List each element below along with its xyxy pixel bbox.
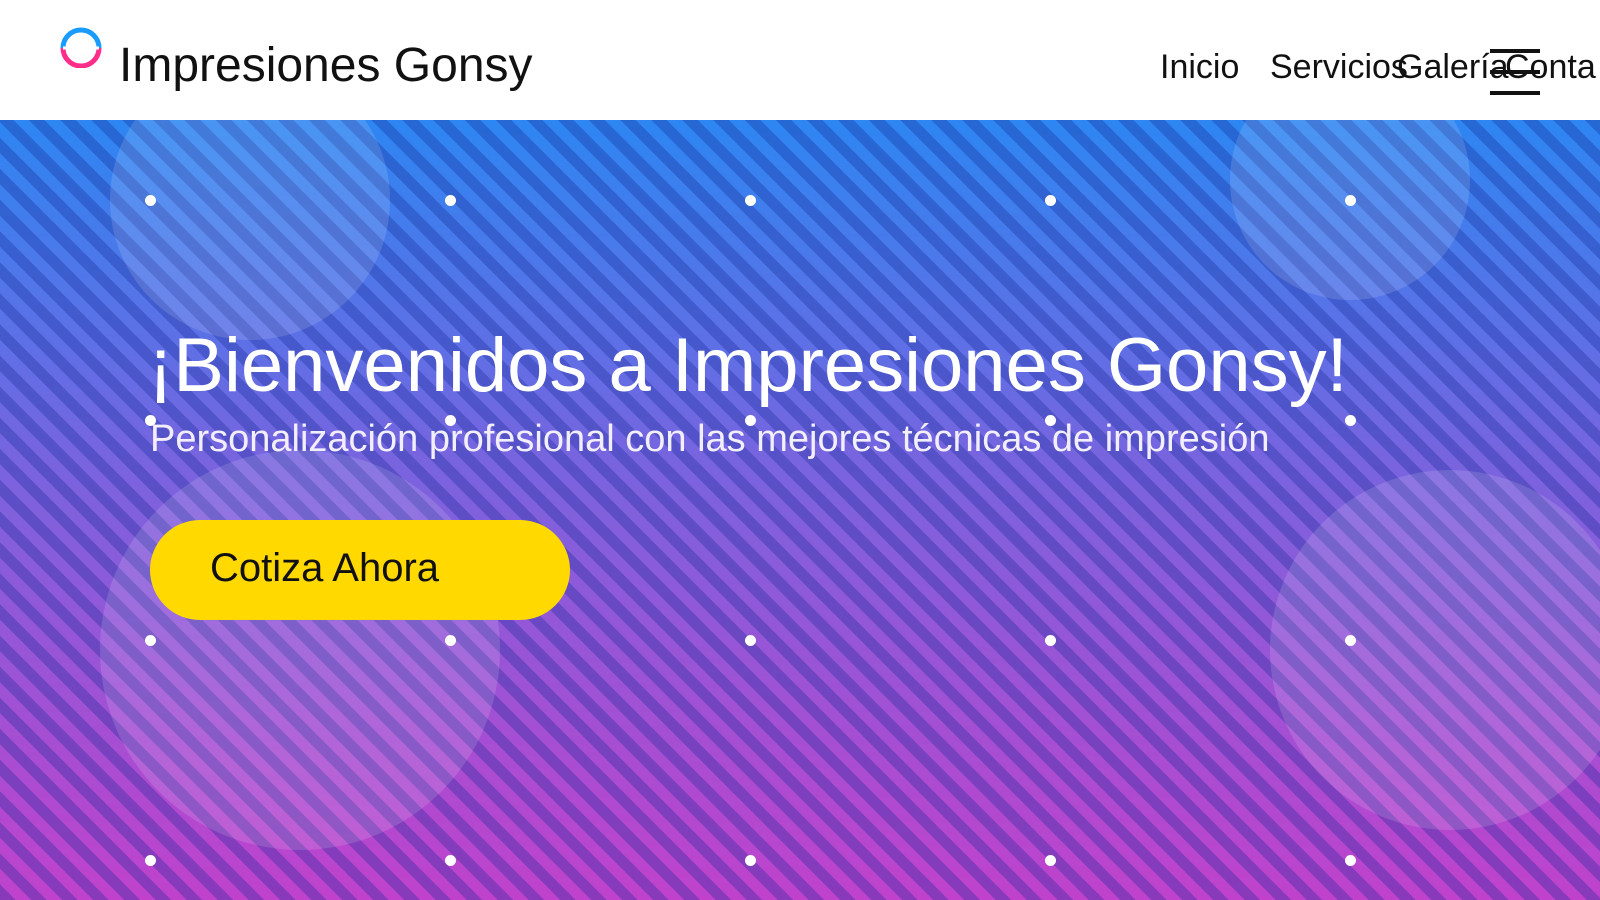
hero-section: ¡Bienvenidos a Impresiones Gonsy! Person… (0, 120, 1600, 900)
nav-link-servicios[interactable]: Servicios (1270, 50, 1408, 84)
hamburger-bar (1490, 70, 1540, 74)
grid-dot (445, 855, 456, 866)
grid-dot (145, 195, 156, 206)
grid-dot (1345, 195, 1356, 206)
hero-title: ¡Bienvenidos a Impresiones Gonsy! (148, 323, 1348, 408)
nav-link-inicio[interactable]: Inicio (1160, 50, 1239, 84)
main-nav: Inicio Servicios Galería Conta (0, 0, 1600, 120)
grid-dot (1045, 635, 1056, 646)
grid-dot (1045, 195, 1056, 206)
hamburger-menu-icon[interactable] (1490, 49, 1540, 95)
hamburger-bar (1490, 49, 1540, 53)
cta-label: Cotiza Ahora (210, 546, 440, 590)
grid-dot (445, 635, 456, 646)
cotiza-ahora-button[interactable]: Cotiza Ahora (150, 520, 570, 620)
grid-dot (445, 195, 456, 206)
grid-dot (145, 855, 156, 866)
grid-dot (745, 195, 756, 206)
site-header: Impresiones Gonsy Inicio Servicios Galer… (0, 0, 1600, 120)
grid-dot (745, 635, 756, 646)
hero-subtitle: Personalización profesional con las mejo… (150, 418, 1270, 460)
grid-dot (1345, 855, 1356, 866)
grid-dot (1045, 855, 1056, 866)
grid-dot (745, 855, 756, 866)
hamburger-bar (1490, 91, 1540, 95)
grid-dot (1345, 635, 1356, 646)
decorative-circle (100, 450, 500, 850)
grid-dot (1345, 415, 1356, 426)
grid-dot (145, 635, 156, 646)
